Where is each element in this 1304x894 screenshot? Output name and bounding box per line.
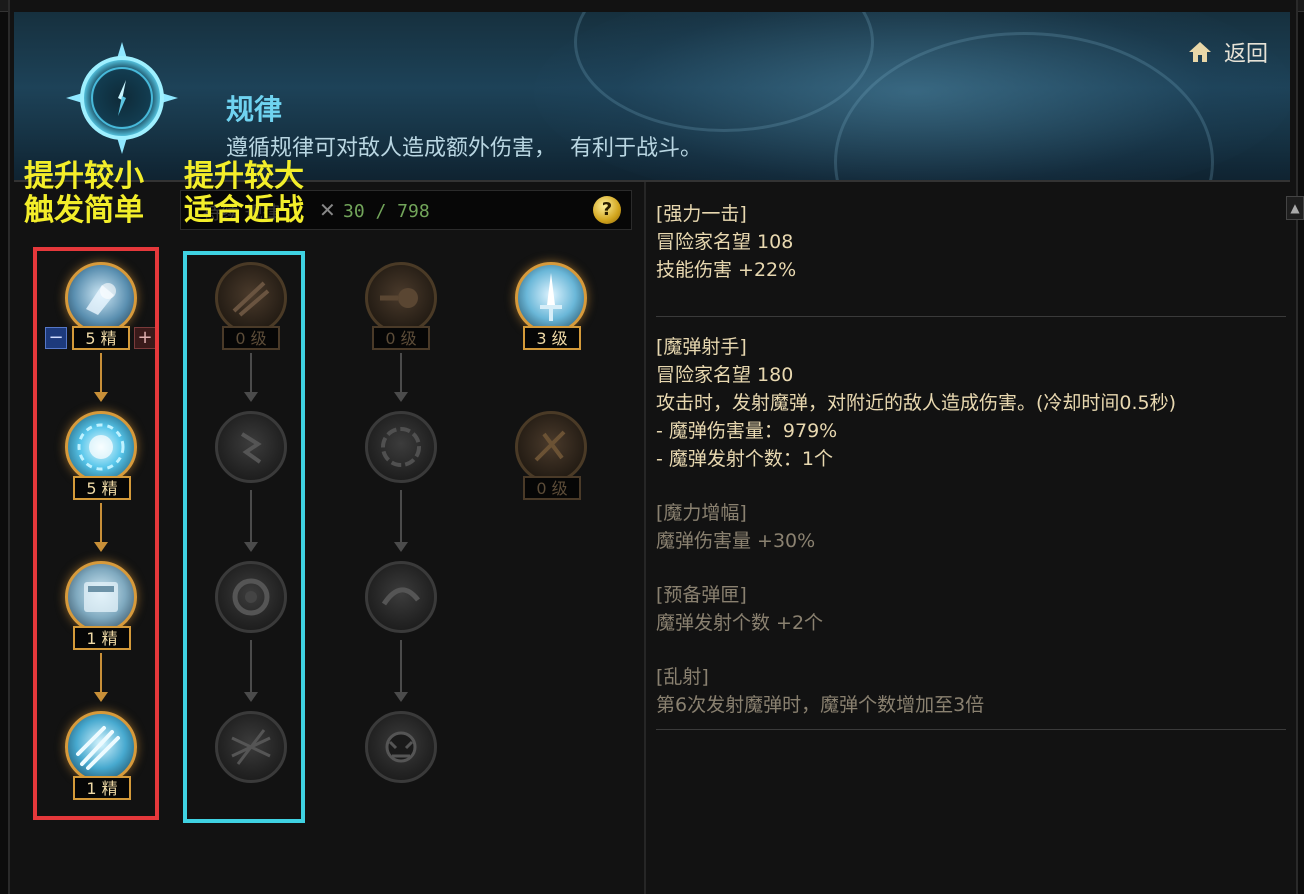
info-line: 冒险家名望 180 bbox=[656, 364, 794, 386]
info-section: [乱射] 第6次发射魔弹时，魔弹个数增加至3倍 bbox=[656, 663, 1286, 719]
help-icon[interactable]: ? bbox=[593, 196, 621, 224]
info-section: [魔弹射手] 冒险家名望 180 攻击时，发射魔弹，对附近的敌人造成伤害。(冷却… bbox=[656, 333, 1286, 473]
tree-connector bbox=[400, 490, 402, 542]
back-button[interactable]: 返回 bbox=[1188, 36, 1268, 68]
back-label: 返回 bbox=[1223, 42, 1268, 67]
panel-divider bbox=[644, 182, 646, 894]
points-value: 30 / 798 bbox=[343, 201, 430, 222]
info-separator bbox=[656, 729, 1286, 730]
compass-emblem-icon bbox=[66, 42, 178, 154]
info-line: 魔弹伤害量 +30% bbox=[656, 530, 816, 552]
tree-arrowhead bbox=[394, 392, 408, 402]
info-line: 冒险家名望 108 bbox=[656, 231, 794, 253]
tree-arrowhead bbox=[394, 542, 408, 552]
skill-slot[interactable] bbox=[365, 411, 437, 483]
skill-info-panel: [强力一击] 冒险家名望 108 技能伤害 +22% [魔弹射手] 冒险家名望 … bbox=[656, 200, 1286, 730]
annotation-right: 提升较大 适合近战 bbox=[184, 160, 304, 228]
info-section: [魔力增幅] 魔弹伤害量 +30% bbox=[656, 499, 1286, 555]
info-section: [强力一击] 冒险家名望 108 技能伤害 +22% bbox=[656, 200, 1286, 284]
tree-connector bbox=[400, 640, 402, 692]
info-separator bbox=[656, 316, 1286, 317]
scroll-up-button[interactable]: ▲ bbox=[1286, 196, 1304, 220]
info-title: [乱射] bbox=[656, 666, 709, 688]
info-line: 魔弹发射个数 +2个 bbox=[656, 612, 824, 634]
info-line: 技能伤害 +22% bbox=[656, 259, 797, 281]
sword-icon[interactable] bbox=[515, 262, 587, 334]
info-line: - 魔弹伤害量：979% bbox=[656, 420, 838, 442]
skill-slot[interactable] bbox=[515, 411, 587, 483]
info-line: - 魔弹发射个数：1个 bbox=[656, 448, 833, 470]
page-description: 遵循规律可对敌人造成额外伤害， 有利于战斗。 bbox=[226, 136, 702, 161]
skill-level-badge: 3 级 bbox=[523, 326, 581, 350]
annotation-left-line1: 提升较小 bbox=[24, 159, 144, 194]
header-banner: 规律 遵循规律可对敌人造成额外伤害， 有利于战斗。 返回 bbox=[14, 12, 1290, 182]
info-section: [预备弹匣] 魔弹发射个数 +2个 bbox=[656, 581, 1286, 637]
highlight-box-red bbox=[33, 247, 159, 820]
annotation-left: 提升较小 触发简单 bbox=[24, 160, 144, 228]
skill-slot[interactable] bbox=[365, 262, 437, 334]
annotation-left-line2: 触发简单 bbox=[24, 193, 144, 228]
info-line: 第6次发射魔弹时，魔弹个数增加至3倍 bbox=[656, 694, 985, 716]
highlight-box-cyan bbox=[183, 251, 305, 823]
tree-connector bbox=[400, 353, 402, 393]
tree-arrowhead bbox=[394, 692, 408, 702]
info-title: [预备弹匣] bbox=[656, 584, 747, 606]
annotation-right-line1: 提升较大 bbox=[184, 159, 304, 194]
skill-slot[interactable] bbox=[365, 561, 437, 633]
points-x-glyph: ✕ bbox=[319, 198, 336, 222]
skill-level-badge: 0 级 bbox=[523, 476, 581, 500]
skill-level-badge: 0 级 bbox=[372, 326, 430, 350]
page-title: 规律 bbox=[226, 93, 283, 126]
info-title: [魔弹射手] bbox=[656, 336, 747, 358]
skill-slot[interactable] bbox=[365, 711, 437, 783]
info-title: [魔力增幅] bbox=[656, 502, 747, 524]
info-line: 攻击时，发射魔弹，对附近的敌人造成伤害。(冷却时间0.5秒) bbox=[656, 392, 1177, 414]
annotation-right-line2: 适合近战 bbox=[184, 193, 304, 228]
home-icon bbox=[1188, 42, 1211, 62]
info-title: [强力一击] bbox=[656, 203, 747, 225]
